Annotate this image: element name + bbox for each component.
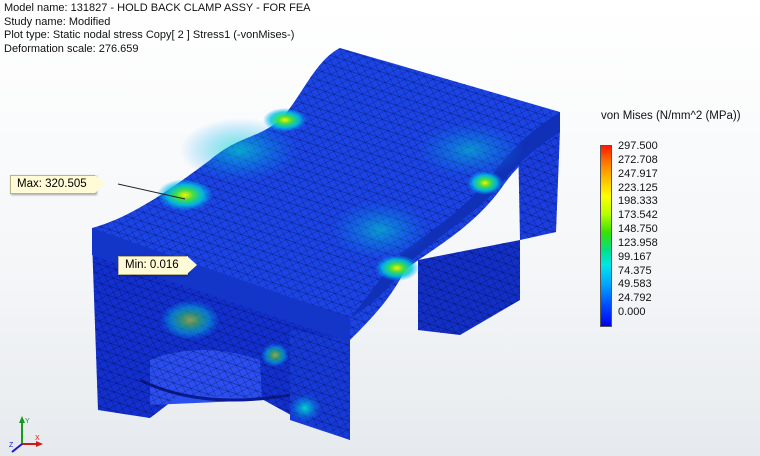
min-value-label: Min: 0.016 — [125, 259, 179, 271]
legend-tick-list: 297.500 272.708 247.917 223.125 198.333 … — [618, 140, 658, 320]
legend-tick: 198.333 — [618, 195, 658, 208]
legend-tick: 24.792 — [618, 292, 652, 305]
max-value-callout[interactable]: Max: 320.505 — [10, 175, 105, 194]
max-value-label: Max: 320.505 — [17, 178, 87, 190]
triad-y-label: Y — [25, 418, 30, 425]
legend-tick: 74.375 — [618, 264, 652, 277]
legend-tick: 223.125 — [618, 181, 658, 194]
triad-x-label: X — [35, 435, 40, 442]
legend-color-bar — [600, 145, 612, 327]
triad-z-label: Z — [9, 442, 14, 449]
legend-tick: 99.167 — [618, 250, 652, 263]
legend-tick: 123.958 — [618, 236, 658, 249]
axis-triad-icon[interactable]: Y X Z — [8, 414, 44, 454]
min-value-callout[interactable]: Min: 0.016 — [118, 256, 197, 275]
legend-title: von Mises (N/mm^2 (MPa)) — [601, 110, 741, 122]
legend-tick: 0.000 — [618, 306, 646, 319]
legend-tick: 148.750 — [618, 223, 658, 236]
legend-tick: 272.708 — [618, 153, 658, 166]
legend-tick: 297.500 — [618, 140, 658, 152]
legend-tick: 247.917 — [618, 167, 658, 180]
legend-tick: 49.583 — [618, 278, 652, 291]
legend-tick: 173.542 — [618, 209, 658, 222]
